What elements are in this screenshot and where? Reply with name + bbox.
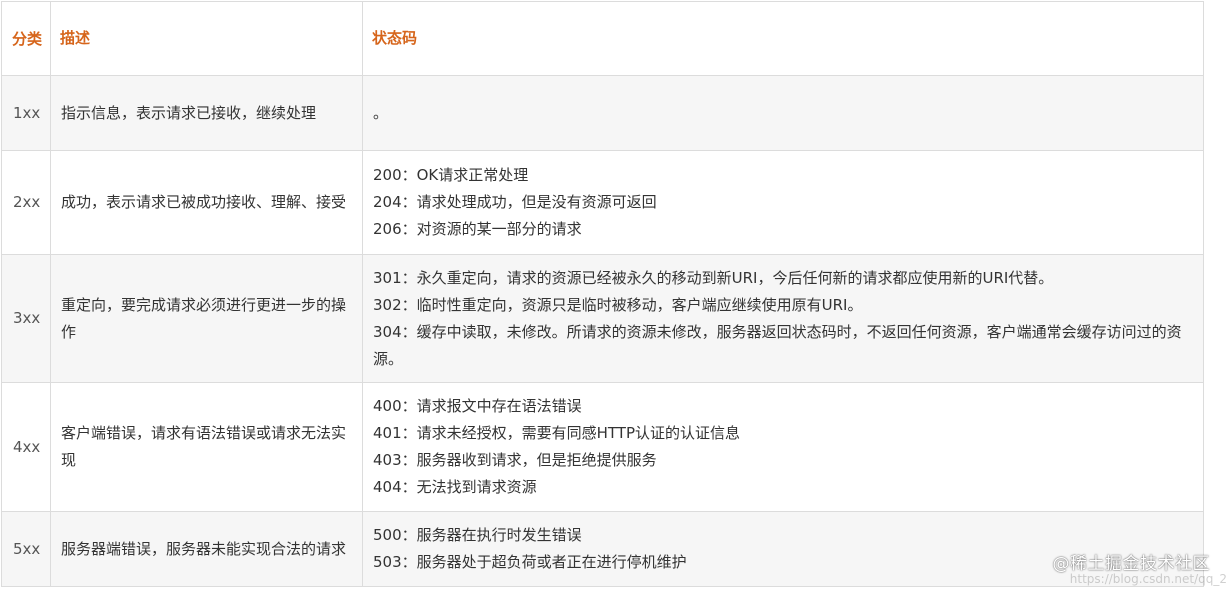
description-cell: 服务器端错误，服务器未能实现合法的请求 — [50, 511, 363, 587]
watermark-url: https://blog.csdn.net/qq_2 — [1069, 572, 1227, 586]
watermark: @稀土掘金技术社区 — [1052, 554, 1210, 574]
code-line: 204：请求处理成功，但是没有资源可返回 — [373, 193, 657, 211]
table-row-1xx: 1xx 指示信息，表示请求已接收，继续处理 。 — [1, 75, 1204, 151]
category-cell: 5xx — [1, 511, 51, 587]
code-line: 500：服务器在执行时发生错误 — [373, 526, 582, 544]
code-line: 401：请求未经授权，需要有同感HTTP认证的认证信息 — [373, 424, 741, 442]
code-line: 404：无法找到请求资源 — [373, 478, 537, 496]
category-cell: 4xx — [1, 382, 51, 512]
code-line: 400：请求报文中存在语法错误 — [373, 397, 582, 415]
table-row-4xx: 4xx 客户端错误，请求有语法错误或请求无法实现 400：请求报文中存在语法错误… — [1, 382, 1204, 512]
description-cell: 指示信息，表示请求已接收，继续处理 — [50, 75, 363, 151]
description-cell: 重定向，要完成请求必须进行更进一步的操作 — [50, 254, 363, 383]
code-line: 304：缓存中读取，未修改。所请求的资源未修改，服务器返回状态码时，不返回任何资… — [373, 322, 1182, 368]
table-row-3xx: 3xx 重定向，要完成请求必须进行更进一步的操作 301：永久重定向，请求的资源… — [1, 254, 1204, 383]
code-line: 206：对资源的某一部分的请求 — [373, 220, 582, 238]
header-codes: 状态码 — [362, 1, 1204, 76]
description-cell: 客户端错误，请求有语法错误或请求无法实现 — [50, 382, 363, 512]
codes-cell: 200：OK请求正常处理 204：请求处理成功，但是没有资源可返回 206：对资… — [362, 150, 1204, 255]
codes-cell: 301：永久重定向，请求的资源已经被永久的移动到新URI，今后任何新的请求都应使… — [362, 254, 1204, 383]
table-row-2xx: 2xx 成功，表示请求已被成功接收、理解、接受 200：OK请求正常处理 204… — [1, 150, 1204, 255]
header-category: 分类 — [1, 1, 51, 76]
code-line: 302：临时性重定向，资源只是临时被移动，客户端应继续使用原有URI。 — [373, 295, 863, 314]
description-cell: 成功，表示请求已被成功接收、理解、接受 — [50, 150, 363, 255]
code-line: 。 — [373, 103, 389, 122]
codes-cell: 。 — [362, 75, 1204, 151]
category-cell: 3xx — [1, 254, 51, 383]
code-line: 403：服务器收到请求，但是拒绝提供服务 — [373, 451, 657, 469]
category-cell: 1xx — [1, 75, 51, 151]
code-line: 200：OK请求正常处理 — [373, 166, 529, 184]
table-header-row: 分类 描述 状态码 — [1, 1, 1204, 76]
codes-cell: 400：请求报文中存在语法错误 401：请求未经授权，需要有同感HTTP认证的认… — [362, 382, 1204, 512]
http-status-code-table: 分类 描述 状态码 1xx 指示信息，表示请求已接收，继续处理 。 2xx 成功… — [1, 1, 1204, 587]
code-line: 301：永久重定向，请求的资源已经被永久的移动到新URI，今后任何新的请求都应使… — [373, 268, 1054, 287]
table-row-5xx: 5xx 服务器端错误，服务器未能实现合法的请求 500：服务器在执行时发生错误 … — [1, 511, 1204, 587]
category-cell: 2xx — [1, 150, 51, 255]
header-description: 描述 — [50, 1, 363, 76]
